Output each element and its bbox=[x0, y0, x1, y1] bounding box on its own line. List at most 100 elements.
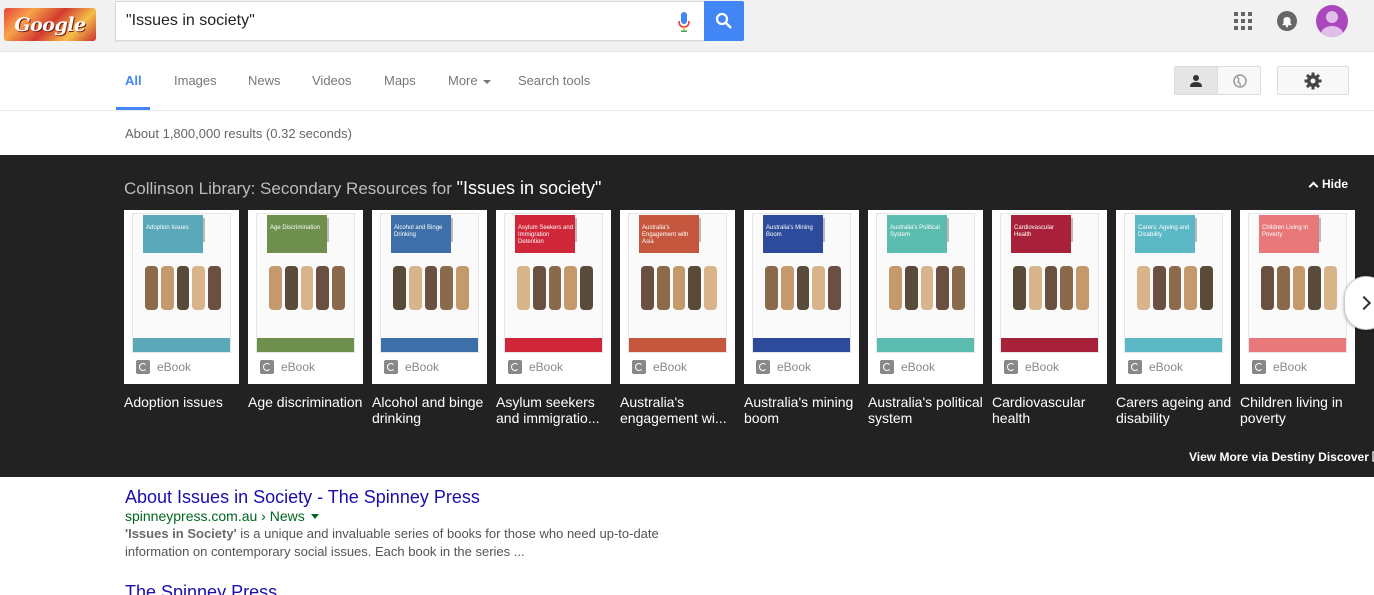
book-card[interactable]: Asylum Seekers and Immigration Detention… bbox=[496, 210, 611, 384]
book-card[interactable]: Adoption Issues eBook bbox=[124, 210, 239, 384]
book-title-link[interactable]: Australia's mining boom bbox=[744, 394, 861, 426]
tab-maps[interactable]: Maps bbox=[384, 73, 416, 88]
tab-videos[interactable]: Videos bbox=[312, 73, 352, 88]
tab-images[interactable]: Images bbox=[174, 73, 217, 88]
ebook-icon bbox=[260, 360, 274, 374]
account-avatar[interactable] bbox=[1316, 5, 1348, 37]
book-title-link[interactable]: Children living in poverty bbox=[1240, 394, 1357, 426]
cover-photo bbox=[952, 266, 965, 310]
result-url[interactable]: spinneypress.com.au › News bbox=[125, 508, 319, 524]
tab-search-tools[interactable]: Search tools bbox=[518, 73, 590, 88]
cover-photo bbox=[580, 266, 593, 310]
ebook-badge: eBook bbox=[1004, 360, 1059, 374]
cover-title: Asylum Seekers and Immigration Detention bbox=[518, 225, 574, 245]
cover-title-band: Australia's Mining Boom bbox=[763, 215, 823, 253]
tab-all[interactable]: All bbox=[125, 73, 142, 88]
cover-photo bbox=[332, 266, 345, 310]
cover-spine-strip bbox=[575, 218, 577, 242]
cover-photo bbox=[393, 266, 406, 310]
cover-title: Carers: Ageing and Disability bbox=[1138, 225, 1190, 238]
ebook-icon bbox=[1128, 360, 1142, 374]
cover-footer-band bbox=[629, 338, 726, 352]
result-title-link[interactable]: The Spinney Press bbox=[125, 582, 277, 595]
tab-more[interactable]: More bbox=[448, 73, 491, 88]
cover-photo bbox=[796, 266, 810, 310]
settings-button[interactable] bbox=[1277, 66, 1349, 95]
tab-more-label: More bbox=[448, 73, 478, 88]
book-card[interactable]: Cardiovascular Health eBook bbox=[992, 210, 1107, 384]
cover-footer-band bbox=[505, 338, 602, 352]
book-cover[interactable]: Australia's Political System bbox=[876, 213, 975, 353]
book-card[interactable]: Australia's Political System eBook bbox=[868, 210, 983, 384]
cover-photo bbox=[208, 266, 221, 310]
book-title-link[interactable]: Carers ageing and disability bbox=[1116, 394, 1233, 426]
chevron-right-icon bbox=[1356, 295, 1372, 311]
cover-spine-strip bbox=[327, 218, 329, 242]
cover-photo bbox=[1184, 266, 1198, 310]
cover-spine-strip bbox=[1319, 218, 1321, 242]
cover-title: Australia's Mining Boom bbox=[766, 225, 813, 238]
book-card[interactable]: Australia's Engagement with Asia eBook bbox=[620, 210, 735, 384]
tab-news[interactable]: News bbox=[248, 73, 281, 88]
logo-text: Google bbox=[14, 13, 86, 36]
microphone-icon[interactable] bbox=[677, 11, 691, 33]
carousel-next-button[interactable] bbox=[1344, 276, 1374, 330]
book-cover[interactable]: Carers: Ageing and Disability bbox=[1124, 213, 1223, 353]
search-query[interactable]: "Issues in society" bbox=[126, 12, 255, 30]
book-title-link[interactable]: Australia's political system bbox=[868, 394, 985, 426]
cover-photo bbox=[672, 266, 686, 310]
book-cover[interactable]: Age Discrimination bbox=[256, 213, 355, 353]
cover-photo bbox=[408, 266, 422, 310]
cover-photos bbox=[1137, 266, 1213, 310]
book-cover[interactable]: Children Living in Poverty bbox=[1248, 213, 1347, 353]
google-logo[interactable]: Google bbox=[4, 8, 96, 41]
book-title-link[interactable]: Age discrimination bbox=[248, 394, 365, 410]
cover-photo bbox=[1324, 266, 1337, 310]
cover-footer-band bbox=[877, 338, 974, 352]
apps-grid-icon[interactable] bbox=[1234, 12, 1252, 30]
cover-photo bbox=[269, 266, 282, 310]
ebook-label: eBook bbox=[1273, 360, 1308, 374]
book-cover[interactable]: Australia's Engagement with Asia bbox=[628, 213, 727, 353]
book-card[interactable]: Australia's Mining Boom eBook bbox=[744, 210, 859, 384]
book-card[interactable]: Alcohol and Binge Drinking eBook bbox=[372, 210, 487, 384]
ebook-label: eBook bbox=[653, 360, 688, 374]
caret-down-icon[interactable] bbox=[310, 513, 319, 519]
cover-photo bbox=[765, 266, 778, 310]
ebook-badge: eBook bbox=[880, 360, 935, 374]
book-card[interactable]: Age Discrimination eBook bbox=[248, 210, 363, 384]
book-title-link[interactable]: Cardiovascular health bbox=[992, 394, 1109, 426]
book-card[interactable]: Carers: Ageing and Disability eBook bbox=[1116, 210, 1231, 384]
cover-title-band: Alcohol and Binge Drinking bbox=[391, 215, 451, 253]
cover-photo bbox=[889, 266, 902, 310]
cover-photo bbox=[1261, 266, 1274, 310]
book-cover[interactable]: Alcohol and Binge Drinking bbox=[380, 213, 479, 353]
search-button[interactable] bbox=[704, 1, 744, 41]
cover-photo bbox=[176, 266, 190, 310]
cover-footer-band bbox=[133, 338, 230, 352]
snippet-bold: 'Issues in Society' bbox=[125, 526, 237, 541]
book-cover[interactable]: Adoption Issues bbox=[132, 213, 231, 353]
book-title-link[interactable]: Asylum seekers and immigratio... bbox=[496, 394, 613, 426]
cover-photo bbox=[828, 266, 841, 310]
ebook-label: eBook bbox=[901, 360, 936, 374]
book-title-link[interactable]: Alcohol and binge drinking bbox=[372, 394, 489, 426]
book-title-link[interactable]: Adoption issues bbox=[124, 394, 241, 410]
book-cover[interactable]: Australia's Mining Boom bbox=[752, 213, 851, 353]
ebook-icon bbox=[880, 360, 894, 374]
search-input[interactable]: "Issues in society" bbox=[115, 1, 705, 41]
book-cover[interactable]: Cardiovascular Health bbox=[1000, 213, 1099, 353]
notifications-bell-icon[interactable] bbox=[1277, 11, 1297, 31]
cover-photo bbox=[904, 266, 918, 310]
global-results-button[interactable] bbox=[1218, 67, 1261, 94]
cover-photo bbox=[548, 266, 562, 310]
cover-title: Australia's Political System bbox=[890, 225, 940, 238]
view-more-link[interactable]: View More via Destiny Discover bbox=[1189, 450, 1374, 464]
cover-spine-strip bbox=[699, 218, 701, 242]
result-title-link[interactable]: About Issues in Society - The Spinney Pr… bbox=[125, 487, 480, 508]
book-title-link[interactable]: Australia's engagement wi... bbox=[620, 394, 737, 426]
book-cover[interactable]: Asylum Seekers and Immigration Detention bbox=[504, 213, 603, 353]
book-card[interactable]: Children Living in Poverty eBook bbox=[1240, 210, 1355, 384]
personal-results-button[interactable] bbox=[1175, 67, 1218, 94]
hide-button[interactable]: Hide bbox=[1308, 177, 1348, 191]
